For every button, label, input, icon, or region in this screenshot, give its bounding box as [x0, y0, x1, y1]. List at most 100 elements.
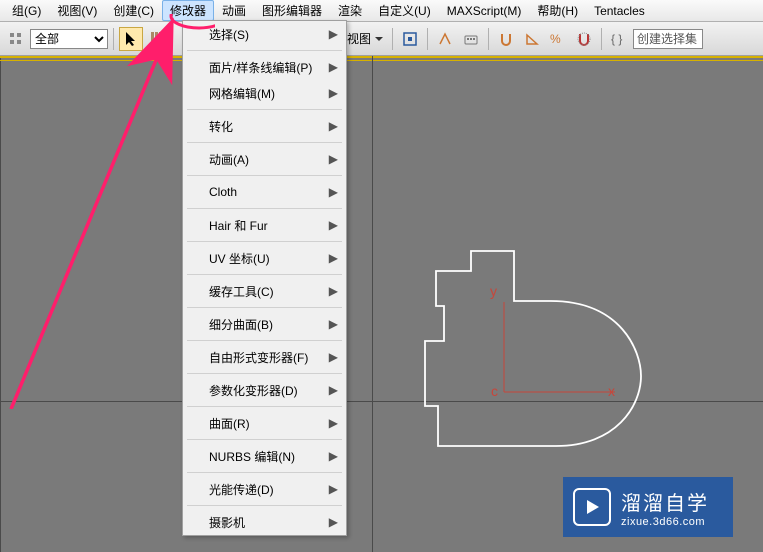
menu-item-nurbs[interactable]: NURBS 编辑(N) ▶: [183, 443, 346, 469]
menu-item-radiosity[interactable]: 光能传递(D) ▶: [183, 476, 346, 502]
menu-item-label: UV 坐标(U): [209, 250, 270, 267]
menu-item-hair-fur[interactable]: Hair 和 Fur ▶: [183, 212, 346, 238]
pivot-center-button[interactable]: [398, 27, 422, 51]
snap-toggle-button[interactable]: [494, 27, 518, 51]
menu-item-label: 转化: [209, 118, 233, 135]
axis-label-x: x: [608, 383, 615, 399]
main-toolbar: 全部 视图 % { } 创建选择集: [0, 22, 763, 56]
menu-separator: [187, 406, 342, 407]
menu-separator: [187, 340, 342, 341]
menu-item-label: 曲面(R): [209, 415, 250, 432]
menu-separator: [187, 505, 342, 506]
menu-view[interactable]: 视图(V): [49, 0, 105, 21]
toolbar-separator: [601, 28, 602, 50]
menu-customize[interactable]: 自定义(U): [370, 0, 439, 21]
menu-item-label: 选择(S): [209, 26, 249, 43]
menu-item-uv[interactable]: UV 坐标(U) ▶: [183, 245, 346, 271]
submenu-arrow-icon: ▶: [329, 482, 338, 496]
menu-item-paramdeform[interactable]: 参数化变形器(D)▶: [183, 377, 346, 403]
toolbar-handle-icon[interactable]: [4, 27, 28, 51]
svg-text:{ }: { }: [611, 32, 622, 46]
menu-separator: [187, 109, 342, 110]
menu-item-label: 网格编辑(M): [209, 85, 275, 102]
percent-snap-button[interactable]: %: [546, 27, 570, 51]
keyboard-shortcut-button[interactable]: [459, 27, 483, 51]
menu-item-label: NURBS 编辑(N): [209, 448, 295, 465]
selection-filter-select[interactable]: 全部: [30, 29, 108, 49]
menu-tentacles[interactable]: Tentacles: [586, 2, 653, 20]
viewport-divider-vertical: [372, 56, 373, 552]
menu-item-cloth[interactable]: Cloth ▶: [183, 179, 346, 205]
spinner-snap-button[interactable]: [572, 27, 596, 51]
menu-separator: [187, 373, 342, 374]
submenu-arrow-icon: ▶: [329, 449, 338, 463]
submenu-arrow-icon: ▶: [329, 27, 338, 41]
reference-coord-select[interactable]: 视图: [343, 30, 387, 47]
menu-create[interactable]: 创建(C): [105, 0, 162, 21]
submenu-arrow-icon: ▶: [329, 251, 338, 265]
menu-item-label: 动画(A): [209, 151, 249, 168]
menu-separator: [187, 439, 342, 440]
menu-separator: [187, 472, 342, 473]
menu-item-mesh-edit[interactable]: 网格编辑(M) ▶: [183, 80, 346, 106]
submenu-arrow-icon: ▶: [329, 416, 338, 430]
active-viewport-border: [0, 56, 763, 61]
axis-gizmo: [500, 302, 620, 402]
menu-item-label: 面片/样条线编辑(P): [209, 59, 312, 76]
watermark-play-icon: [573, 488, 611, 526]
spline-shape: [416, 246, 656, 456]
manipulate-button[interactable]: [433, 27, 457, 51]
viewport-divider-horizontal: [0, 401, 763, 402]
menu-help[interactable]: 帮助(H): [529, 0, 586, 21]
menu-item-subdiv[interactable]: 细分曲面(B) ▶: [183, 311, 346, 337]
named-selection-set-field[interactable]: 创建选择集: [633, 29, 703, 49]
watermark-url: zixue.3d66.com: [621, 516, 709, 528]
menu-item-selection[interactable]: 选择(S) ▶: [183, 21, 346, 47]
menu-modifiers[interactable]: 修改器: [162, 0, 214, 21]
menu-item-label: 自由形式变形器(F): [209, 349, 308, 366]
watermark-title: 溜溜自学: [621, 487, 709, 516]
svg-text:%: %: [550, 32, 561, 46]
menu-separator: [187, 175, 342, 176]
select-tool-button[interactable]: [119, 27, 143, 51]
angle-snap-button[interactable]: [520, 27, 544, 51]
submenu-arrow-icon: ▶: [329, 350, 338, 364]
submenu-arrow-icon: ▶: [329, 218, 338, 232]
menu-render[interactable]: 渲染: [330, 0, 370, 21]
submenu-arrow-icon: ▶: [329, 515, 338, 529]
menu-group[interactable]: 组(G): [4, 0, 49, 21]
submenu-arrow-icon: ▶: [329, 86, 338, 100]
menu-item-label: Hair 和 Fur: [209, 217, 268, 234]
menu-item-label: 细分曲面(B): [209, 316, 273, 333]
toolbar-separator: [488, 28, 489, 50]
menu-item-patch-spline[interactable]: 面片/样条线编辑(P) ▶: [183, 54, 346, 80]
menu-animation[interactable]: 动画: [214, 0, 254, 21]
menu-item-label: Cloth: [209, 185, 237, 199]
named-selset-icon[interactable]: { }: [607, 27, 631, 51]
menu-item-cache[interactable]: 缓存工具(C)▶: [183, 278, 346, 304]
menu-item-surface[interactable]: 曲面(R) ▶: [183, 410, 346, 436]
menu-separator: [187, 50, 342, 51]
selection-region-button[interactable]: [145, 27, 169, 51]
menu-separator: [187, 142, 342, 143]
menu-maxscript[interactable]: MAXScript(M): [439, 2, 530, 20]
menu-item-animation[interactable]: 动画(A)▶: [183, 146, 346, 172]
viewport[interactable]: y x c 溜溜自学 zixue.3d66.com: [0, 56, 763, 552]
submenu-arrow-icon: ▶: [329, 317, 338, 331]
menu-separator: [187, 274, 342, 275]
menu-item-label: 参数化变形器(D): [209, 382, 298, 399]
menu-separator: [187, 208, 342, 209]
menubar: 组(G) 视图(V) 创建(C) 修改器 动画 图形编辑器 渲染 自定义(U) …: [0, 0, 763, 22]
menu-separator: [187, 241, 342, 242]
menu-item-ffd[interactable]: 自由形式变形器(F) ▶: [183, 344, 346, 370]
submenu-arrow-icon: ▶: [329, 60, 338, 74]
modifiers-dropdown: 选择(S)▶ 面片/样条线编辑(P)▶ 网格编辑(M)▶ 转化▶ 动画(A)▶ …: [182, 20, 347, 536]
menu-item-camera[interactable]: 摄影机 ▶: [183, 509, 346, 535]
menu-item-label: 摄影机: [209, 514, 245, 531]
menu-grapheditor[interactable]: 图形编辑器: [254, 0, 330, 21]
menu-item-label: 缓存工具(C): [209, 283, 274, 300]
menu-item-label: 光能传递(D): [209, 481, 274, 498]
watermark: 溜溜自学 zixue.3d66.com: [563, 477, 733, 537]
submenu-arrow-icon: ▶: [329, 185, 338, 199]
menu-item-convert[interactable]: 转化▶: [183, 113, 346, 139]
